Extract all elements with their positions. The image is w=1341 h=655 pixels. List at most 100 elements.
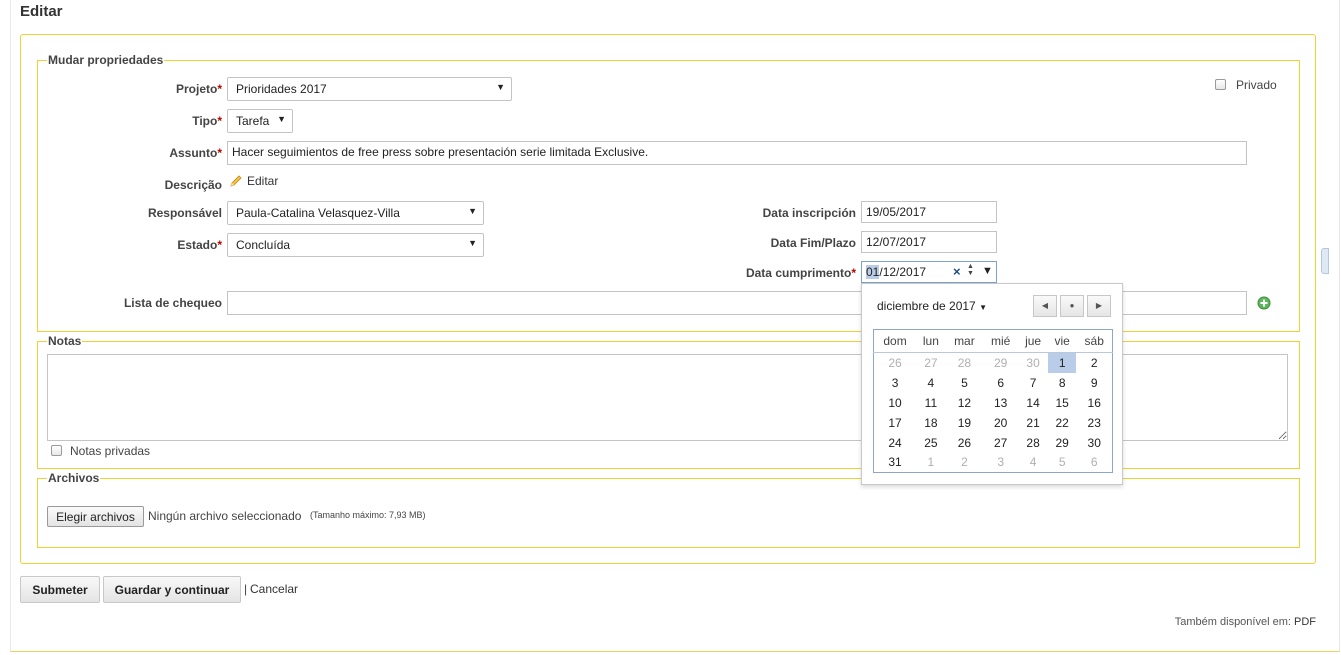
private-checkbox[interactable] bbox=[1215, 79, 1226, 90]
save-continue-button[interactable]: Guardar y continuar bbox=[103, 576, 241, 603]
checklist-label: Lista de chequeo bbox=[123, 296, 222, 310]
chevron-down-icon: ▼ bbox=[468, 238, 477, 248]
calendar-day[interactable]: 30 bbox=[1076, 433, 1112, 453]
no-file-text: Ningún archivo seleccionado bbox=[148, 509, 302, 523]
project-select[interactable]: Prioridades 2017 ▼ bbox=[227, 77, 512, 101]
today-button[interactable]: ● bbox=[1060, 295, 1084, 317]
calendar-day[interactable]: 4 bbox=[916, 373, 946, 393]
private-notes-label: Notas privadas bbox=[70, 444, 151, 458]
calendar-day[interactable]: 10 bbox=[874, 393, 917, 413]
calendar-day[interactable]: 5 bbox=[1048, 453, 1077, 473]
start-date-input[interactable]: 19/05/2017 bbox=[861, 201, 997, 223]
sidebar-toggle[interactable] bbox=[1321, 248, 1329, 274]
calendar-week-row: 10 11 12 13 14 15 16 bbox=[874, 393, 1113, 413]
month-selector[interactable]: diciembre de 2017 ▼ bbox=[877, 299, 987, 313]
next-month-button[interactable]: ▶ bbox=[1087, 295, 1111, 317]
project-label: Projeto* bbox=[175, 82, 222, 96]
status-label: Estado* bbox=[177, 238, 222, 252]
weekday-header: mar bbox=[945, 329, 984, 353]
calendar-day[interactable]: 24 bbox=[874, 433, 917, 453]
calendar-day[interactable]: 6 bbox=[1076, 453, 1112, 473]
calendar-day[interactable]: 4 bbox=[1018, 453, 1048, 473]
clear-icon[interactable]: × bbox=[953, 264, 961, 279]
calendar-day[interactable]: 5 bbox=[946, 373, 983, 393]
done-date-day-segment: 01 bbox=[866, 265, 880, 279]
calendar-day[interactable]: 21 bbox=[1018, 413, 1048, 433]
private-label: Privado bbox=[1236, 78, 1277, 92]
calendar-day[interactable]: 12 bbox=[946, 393, 983, 413]
spinner-icon[interactable]: ▲ ▼ bbox=[967, 263, 974, 277]
subject-input[interactable]: Hacer seguimientos de free press sobre p… bbox=[227, 141, 1247, 165]
calendar-day[interactable]: 23 bbox=[1076, 413, 1112, 433]
done-date-input[interactable]: 01/12/2017 × ▲ ▼ ▼ bbox=[861, 261, 997, 283]
calendar-day[interactable]: 20 bbox=[983, 413, 1018, 433]
pdf-link[interactable]: PDF bbox=[1294, 616, 1316, 628]
weekday-header: jue bbox=[1018, 329, 1048, 353]
due-date-label: Data Fim/Plazo bbox=[770, 236, 856, 250]
assignee-select[interactable]: Paula-Catalina Velasquez-Villa ▼ bbox=[227, 201, 484, 225]
calendar-day[interactable]: 30 bbox=[1018, 353, 1048, 373]
weekday-header: mié bbox=[983, 329, 1019, 353]
calendar-day[interactable]: 26 bbox=[874, 353, 917, 373]
chevron-right-icon: ▶ bbox=[1095, 301, 1103, 310]
calendar-day[interactable]: 13 bbox=[983, 393, 1018, 413]
cancel-link[interactable]: Cancelar bbox=[250, 582, 298, 596]
dot-icon: ● bbox=[1069, 301, 1075, 310]
calendar-day[interactable]: 2 bbox=[946, 453, 983, 473]
calendar-day[interactable]: 14 bbox=[1018, 393, 1048, 413]
calendar-day[interactable]: 7 bbox=[1018, 373, 1048, 393]
calendar-day[interactable]: 16 bbox=[1076, 393, 1112, 413]
start-date-label: Data inscripción bbox=[762, 206, 856, 220]
calendar-day[interactable]: 17 bbox=[874, 413, 917, 433]
calendar-day[interactable]: 18 bbox=[916, 413, 946, 433]
calendar-day[interactable]: 19 bbox=[946, 413, 983, 433]
weekday-header: vie bbox=[1047, 329, 1077, 353]
calendar-week-row: 17 18 19 20 21 22 23 bbox=[874, 413, 1113, 433]
type-select[interactable]: Tarefa ▼ bbox=[227, 109, 293, 133]
calendar-week-row: 26 27 28 29 30 1 2 bbox=[874, 352, 1113, 373]
properties-legend: Mudar propriedades bbox=[48, 53, 164, 67]
subject-label: Assunto* bbox=[169, 146, 222, 160]
private-notes-checkbox[interactable] bbox=[51, 445, 62, 456]
calendar-day[interactable]: 29 bbox=[983, 353, 1018, 373]
weekday-header: dom bbox=[873, 329, 917, 353]
status-select[interactable]: Concluída ▼ bbox=[227, 233, 484, 257]
pencil-icon[interactable] bbox=[229, 174, 245, 190]
weekday-header: lun bbox=[916, 329, 946, 353]
date-picker-popup: diciembre de 2017 ▼ ◀ ● ▶ dom lun mar mié ju… bbox=[861, 283, 1123, 485]
calendar-day[interactable]: 6 bbox=[983, 373, 1018, 393]
submit-button[interactable]: Submeter bbox=[20, 576, 100, 603]
due-date-input[interactable]: 12/07/2017 bbox=[861, 231, 997, 253]
type-label: Tipo* bbox=[192, 114, 222, 128]
calendar-day[interactable]: 3 bbox=[983, 453, 1018, 473]
done-date-label: Data cumprimento* bbox=[745, 266, 856, 280]
calendar-day[interactable]: 8 bbox=[1048, 373, 1077, 393]
calendar-day[interactable]: 31 bbox=[874, 453, 917, 473]
page-title: Editar bbox=[20, 3, 63, 20]
calendar-day[interactable]: 22 bbox=[1048, 413, 1077, 433]
calendar-day[interactable]: 28 bbox=[946, 353, 983, 373]
previous-month-button[interactable]: ◀ bbox=[1033, 295, 1057, 317]
calendar-day[interactable]: 15 bbox=[1048, 393, 1077, 413]
calendar-day[interactable]: 9 bbox=[1076, 373, 1112, 393]
calendar-day[interactable]: 2 bbox=[1076, 353, 1112, 373]
chevron-down-icon: ▼ bbox=[496, 82, 505, 92]
calendar-day[interactable]: 11 bbox=[916, 393, 946, 413]
choose-files-button[interactable]: Elegir archivos bbox=[47, 506, 144, 527]
add-checklist-icon[interactable] bbox=[1257, 296, 1271, 310]
calendar-day[interactable]: 1 bbox=[916, 453, 946, 473]
calendar-day[interactable]: 28 bbox=[1018, 433, 1048, 453]
chevron-down-icon: ▼ bbox=[277, 114, 286, 124]
export-links: Também disponível em: PDF bbox=[1174, 616, 1316, 628]
description-edit-link[interactable]: Editar bbox=[247, 174, 278, 188]
calendar-day[interactable]: 1 bbox=[1047, 352, 1077, 373]
calendar-dropdown-icon[interactable]: ▼ bbox=[982, 265, 993, 277]
max-size-text: (Tamanho máximo: 7,93 MB) bbox=[310, 510, 426, 520]
calendar-day[interactable]: 25 bbox=[916, 433, 946, 453]
calendar-day[interactable]: 26 bbox=[946, 433, 983, 453]
calendar-day[interactable]: 29 bbox=[1048, 433, 1077, 453]
calendar-day[interactable]: 3 bbox=[874, 373, 917, 393]
calendar-grid: dom lun mar mié jue vie sáb 26 27 28 29 30 1 2 3 4 5 6 7 8… bbox=[873, 329, 1113, 473]
calendar-day[interactable]: 27 bbox=[916, 353, 946, 373]
calendar-day[interactable]: 27 bbox=[983, 433, 1018, 453]
